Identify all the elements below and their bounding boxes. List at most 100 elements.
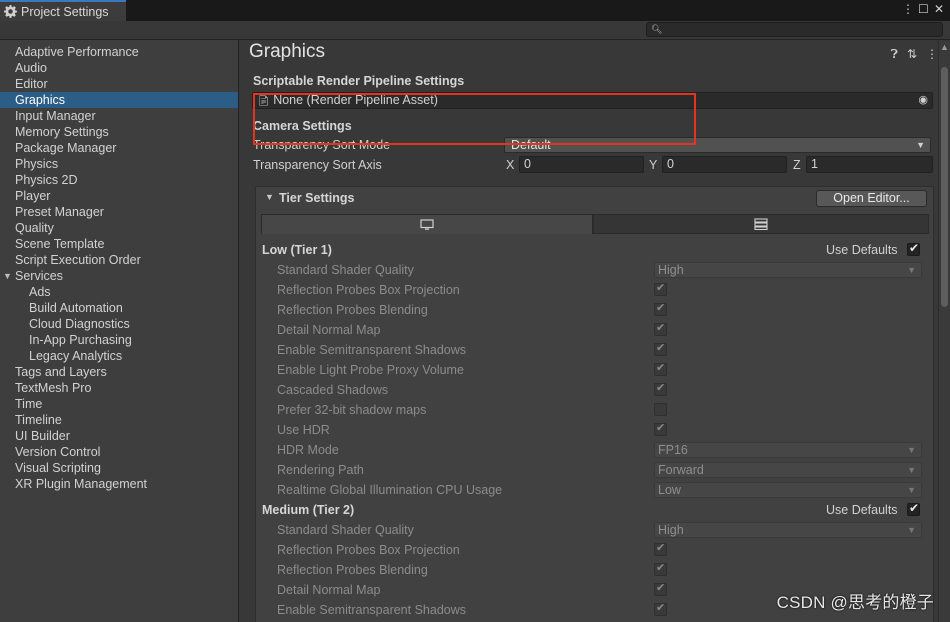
sidebar-item-cloud-diagnostics[interactable]: Cloud Diagnostics [0,316,238,332]
sidebar-item-label: Scene Template [15,237,105,251]
setting-checkbox[interactable]: ✔ [654,302,667,316]
more-icon[interactable]: ⋮ [926,47,938,62]
sidebar-item-adaptive-performance[interactable]: Adaptive Performance [0,44,238,60]
title-bar: Project Settings ⋮ ☐ ✕ [0,0,950,21]
sidebar-item-editor[interactable]: Editor [0,76,238,92]
sidebar-item-physics-2d[interactable]: Physics 2D [0,172,238,188]
chevron-down-icon: ▼ [907,445,916,455]
setting-dropdown[interactable]: High ▼ [654,262,922,278]
scrollbar[interactable]: ▲ [938,40,950,622]
sidebar-item-in-app-purchasing[interactable]: In-App Purchasing [0,332,238,348]
sidebar-item-xr-plugin-management[interactable]: XR Plugin Management [0,476,238,492]
sidebar-item-player[interactable]: Player [0,188,238,204]
more-menu-icon[interactable]: ⋮ [902,2,914,16]
setting-label: Enable Semitransparent Shadows [277,603,467,617]
axis-y-input[interactable]: 0 [662,156,787,173]
setting-dropdown[interactable]: High ▼ [654,522,922,538]
sidebar-item-physics[interactable]: Physics [0,156,238,172]
sidebar-item-memory-settings[interactable]: Memory Settings [0,124,238,140]
sidebar-item-label: Build Automation [29,301,123,315]
sidebar-item-build-automation[interactable]: Build Automation [0,300,238,316]
sidebar-item-label: Editor [15,77,48,91]
tab-standalone[interactable] [261,214,593,234]
sidebar-item-label: Package Manager [15,141,117,155]
search-input[interactable]: 🔍︎ [646,22,943,37]
axis-x-input[interactable]: 0 [519,156,644,173]
checkmark-icon: ✔ [656,542,666,554]
use-defaults-checkbox[interactable]: ✔ [907,501,920,516]
preset-icon[interactable]: ⇅ [907,47,917,62]
expand-arrow-icon[interactable]: ▼ [3,268,12,284]
tab-server[interactable] [593,214,929,234]
close-icon[interactable]: ✕ [934,2,944,16]
project-settings-tab[interactable]: Project Settings [0,0,126,21]
sidebar-item-tags-and-layers[interactable]: Tags and Layers [0,364,238,380]
setting-label: Rendering Path [277,463,364,477]
checkmark-icon: ✔ [656,382,666,394]
search-icon: 🔍︎ [651,24,663,34]
setting-label: Reflection Probes Blending [277,303,428,317]
sidebar-item-package-manager[interactable]: Package Manager [0,140,238,156]
sidebar-item-graphics[interactable]: Graphics [0,92,238,108]
sidebar-item-quality[interactable]: Quality [0,220,238,236]
setting-checkbox[interactable]: ✔ [654,362,667,376]
checkmark-icon: ✔ [656,582,666,594]
sidebar-item-visual-scripting[interactable]: Visual Scripting [0,460,238,476]
setting-checkbox[interactable]: ✔ [654,422,667,436]
use-defaults-checkbox[interactable]: ✔ [907,241,920,256]
sidebar-item-version-control[interactable]: Version Control [0,444,238,460]
sidebar-item-label: Time [15,397,43,411]
server-icon [754,218,768,230]
sidebar-item-ads[interactable]: Ads [0,284,238,300]
y-label[interactable]: Y [649,158,657,172]
maximize-icon[interactable]: ☐ [918,2,929,16]
sidebar-item-label: Input Manager [15,109,96,123]
setting-dropdown[interactable]: Low ▼ [654,482,922,498]
setting-checkbox[interactable]: ✔ [654,582,667,596]
setting-checkbox[interactable]: ✔ [654,542,667,556]
sidebar-item-script-execution-order[interactable]: Script Execution Order [0,252,238,268]
sidebar-item-label: Version Control [15,445,101,459]
sidebar-item-legacy-analytics[interactable]: Legacy Analytics [0,348,238,364]
axis-z-input[interactable]: 1 [806,156,933,173]
sidebar-item-ui-builder[interactable]: UI Builder [0,428,238,444]
x-label[interactable]: X [506,158,514,172]
setting-checkbox[interactable]: ✔ [654,282,667,296]
sidebar-item-timeline[interactable]: Timeline [0,412,238,428]
setting-checkbox[interactable]: ✔ [654,342,667,356]
tier-heading: Low (Tier 1) [262,243,332,257]
scroll-up-icon[interactable]: ▲ [940,42,949,52]
setting-checkbox[interactable]: ✔ [654,562,667,576]
checkmark-icon: ✔ [909,501,920,515]
dropdown-value: High [658,263,684,277]
sidebar-item-audio[interactable]: Audio [0,60,238,76]
setting-dropdown[interactable]: FP16 ▼ [654,442,922,458]
setting-checkbox[interactable]: ✔ [654,322,667,336]
sidebar-item-label: Visual Scripting [15,461,101,475]
help-icon[interactable]: ❓︎ [891,47,898,62]
sidebar-item-services[interactable]: ▼ Services [0,268,238,284]
object-picker-icon[interactable]: ◉ [918,93,928,108]
dropdown-value: FP16 [658,443,688,457]
setting-checkbox[interactable]: ✔ [654,602,667,616]
setting-checkbox[interactable] [654,403,667,416]
sidebar-item-textmesh-pro[interactable]: TextMesh Pro [0,380,238,396]
sidebar-item-label: Legacy Analytics [29,349,123,363]
sidebar-item-preset-manager[interactable]: Preset Manager [0,204,238,220]
sidebar-item-scene-template[interactable]: Scene Template [0,236,238,252]
foldout-arrow-icon[interactable]: ▼ [265,192,274,202]
z-label[interactable]: Z [793,158,801,172]
sidebar-item-label: Physics [15,157,59,171]
dropdown-value: Low [658,483,681,497]
sidebar-item-time[interactable]: Time [0,396,238,412]
sidebar-item-input-manager[interactable]: Input Manager [0,108,238,124]
setting-checkbox[interactable]: ✔ [654,382,667,396]
tier-settings-header[interactable]: ▼ Tier Settings Open Editor... [256,187,933,209]
sidebar-item-label: Quality [15,221,54,235]
setting-label: Detail Normal Map [277,323,381,337]
setting-label: Standard Shader Quality [277,263,414,277]
setting-dropdown[interactable]: Forward ▼ [654,462,922,478]
open-editor-button[interactable]: Open Editor... [816,190,927,207]
scrollbar-thumb[interactable] [941,67,948,307]
chevron-down-icon: ▼ [907,525,916,535]
